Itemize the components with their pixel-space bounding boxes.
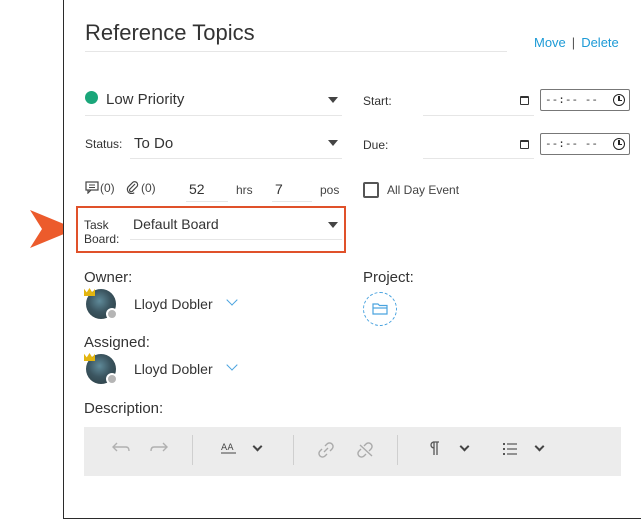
- task-board-label-line1: Task: [84, 218, 109, 232]
- start-label: Start:: [363, 94, 392, 108]
- title-underline: [85, 51, 507, 52]
- hours-unit: hrs: [236, 183, 253, 197]
- redo-icon[interactable]: [150, 442, 170, 456]
- assigned-crown-icon: [84, 353, 95, 361]
- links-separator: |: [571, 35, 576, 50]
- due-time-input[interactable]: --:-- --: [540, 133, 630, 155]
- task-board-label-line2: Board:: [84, 232, 120, 246]
- due-clock-icon[interactable]: [613, 138, 625, 150]
- due-date-underline: [423, 158, 534, 159]
- priority-select-value[interactable]: Low Priority: [106, 91, 184, 108]
- assigned-label: Assigned:: [84, 334, 150, 351]
- header-actions: Move | Delete: [534, 35, 619, 50]
- paperclip-icon[interactable]: [126, 180, 139, 194]
- comments-count: (0): [100, 181, 115, 195]
- start-clock-icon[interactable]: [613, 94, 625, 106]
- toolbar-separator: [293, 435, 294, 465]
- comments-icon[interactable]: [85, 181, 99, 194]
- assigned-chevron-down-icon[interactable]: [226, 359, 238, 371]
- delete-link[interactable]: Delete: [581, 35, 619, 50]
- status-label: Status:: [85, 137, 123, 151]
- paragraph-icon[interactable]: [428, 441, 440, 456]
- hours-input[interactable]: 52: [189, 181, 205, 197]
- attachments-count: (0): [141, 181, 156, 195]
- due-time-placeholder: --:-- --: [545, 137, 598, 150]
- owner-label: Owner:: [84, 269, 133, 286]
- list-icon[interactable]: [502, 442, 518, 456]
- link-icon[interactable]: [318, 442, 334, 458]
- owner-chevron-down-icon[interactable]: [226, 294, 238, 306]
- project-picker-button[interactable]: [363, 292, 397, 326]
- description-toolbar: AA: [84, 427, 621, 476]
- task-board-select-value[interactable]: Default Board: [133, 216, 219, 232]
- description-label: Description:: [84, 400, 164, 417]
- start-time-input[interactable]: --:-- --: [540, 89, 630, 111]
- priority-caret-icon[interactable]: [328, 97, 338, 103]
- assigned-presence-icon: [106, 373, 118, 385]
- project-label: Project:: [363, 269, 414, 286]
- start-calendar-icon[interactable]: [520, 96, 529, 105]
- task-detail-panel: Reference Topics Move | Delete Low Priorit…: [63, 0, 641, 519]
- task-board-caret-icon[interactable]: [328, 222, 338, 228]
- status-select-value[interactable]: To Do: [134, 135, 173, 152]
- owner-presence-icon: [106, 308, 118, 320]
- start-time-placeholder: --:-- --: [545, 93, 598, 106]
- unlink-icon[interactable]: [357, 442, 375, 458]
- due-label: Due:: [363, 138, 389, 152]
- status-caret-icon[interactable]: [328, 140, 338, 146]
- page-title[interactable]: Reference Topics: [85, 20, 255, 46]
- toolbar-separator: [192, 435, 193, 465]
- pos-unit: pos: [320, 183, 340, 197]
- font-size-chevron-down-icon[interactable]: [252, 441, 263, 452]
- priority-underline: [85, 115, 342, 116]
- assigned-name[interactable]: Lloyd Dobler: [134, 361, 213, 377]
- hours-underline: [186, 201, 228, 202]
- priority-dot-icon: [85, 91, 98, 104]
- list-chevron-down-icon[interactable]: [534, 441, 545, 452]
- due-calendar-icon[interactable]: [520, 140, 529, 149]
- undo-icon[interactable]: [110, 442, 130, 456]
- all-day-label: All Day Event: [387, 183, 460, 197]
- start-date-underline: [423, 115, 534, 116]
- toolbar-separator: [397, 435, 398, 465]
- font-size-icon[interactable]: AA: [221, 441, 237, 455]
- status-underline: [130, 158, 342, 159]
- folder-icon: [372, 303, 388, 315]
- owner-crown-icon: [84, 288, 95, 296]
- all-day-checkbox[interactable]: [363, 182, 379, 198]
- move-link[interactable]: Move: [534, 35, 566, 50]
- pos-input[interactable]: 7: [275, 181, 283, 197]
- svg-text:AA: AA: [221, 443, 234, 453]
- owner-name[interactable]: Lloyd Dobler: [134, 296, 213, 312]
- paragraph-chevron-down-icon[interactable]: [459, 441, 470, 452]
- task-board-underline: [130, 239, 342, 240]
- pos-underline: [272, 201, 312, 202]
